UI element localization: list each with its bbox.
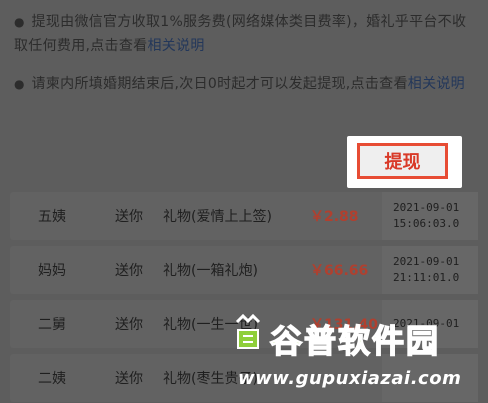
gift-name: 礼物(一箱礼炮) xyxy=(163,263,258,279)
gift-date: 2021-09-01 xyxy=(393,255,460,268)
sender-name: 五姨 xyxy=(38,209,66,225)
gift-verb: 送你 xyxy=(115,371,143,387)
gift-time: 21:11:01.0 xyxy=(393,271,460,284)
bullet-icon: ● xyxy=(14,77,25,91)
withdraw-button-highlight: 提现 xyxy=(347,136,462,188)
gift-amount: ￥2.88 xyxy=(310,209,359,225)
withdraw-button-label: 提现 xyxy=(384,152,421,173)
gift-date: 2021-09-01 xyxy=(393,201,460,214)
table-row[interactable]: 五姨 送你 礼物(爱情上上签) ￥2.88 2021-09-01 15:06:0… xyxy=(10,192,478,240)
gift-amount: ￥66.66 xyxy=(310,263,369,279)
watermark-title: 谷普软件园 xyxy=(269,321,441,361)
table-row[interactable]: 妈妈 送你 礼物(一箱礼炮) ￥66.66 2021-09-01 21:11:0… xyxy=(10,246,478,294)
gift-verb: 送你 xyxy=(115,263,143,279)
gift-verb: 送你 xyxy=(115,317,143,333)
note-fee: ● 提现由微信官方收取1%服务费(网络媒体类目费率)，婚礼乎平台不收取任何费用,… xyxy=(14,10,474,58)
date-info-link[interactable]: 相关说明 xyxy=(408,76,465,92)
gift-name: 礼物(爱情上上签) xyxy=(163,209,272,225)
sender-name: 二舅 xyxy=(38,317,66,333)
withdraw-button[interactable]: 提现 xyxy=(357,143,448,179)
gift-timestamp: 2021-09-01 21:11:01.0 xyxy=(393,246,463,294)
watermark: 谷普软件园 www.gupuxiazai.com xyxy=(228,314,488,403)
gift-time: 15:06:03.0 xyxy=(393,217,460,230)
gift-verb: 送你 xyxy=(115,209,143,225)
gift-timestamp: 2021-09-01 15:06:03.0 xyxy=(393,192,463,240)
watermark-url: www.gupuxiazai.com xyxy=(238,368,462,389)
fee-info-link[interactable]: 相关说明 xyxy=(147,38,204,54)
note-fee-text: 提现由微信官方收取1%服务费(网络媒体类目费率)，婚礼乎平台不收取任何费用,点击… xyxy=(14,14,467,54)
sender-name: 妈妈 xyxy=(38,263,66,279)
note-date: ● 请柬内所填婚期结束后,次日0时起才可以发起提现,点击查看相关说明 xyxy=(14,72,474,96)
note-date-text: 请柬内所填婚期结束后,次日0时起才可以发起提现,点击查看 xyxy=(31,76,408,92)
watermark-logo-icon xyxy=(235,314,261,349)
sender-name: 二姨 xyxy=(38,371,66,387)
bullet-icon: ● xyxy=(14,15,25,29)
